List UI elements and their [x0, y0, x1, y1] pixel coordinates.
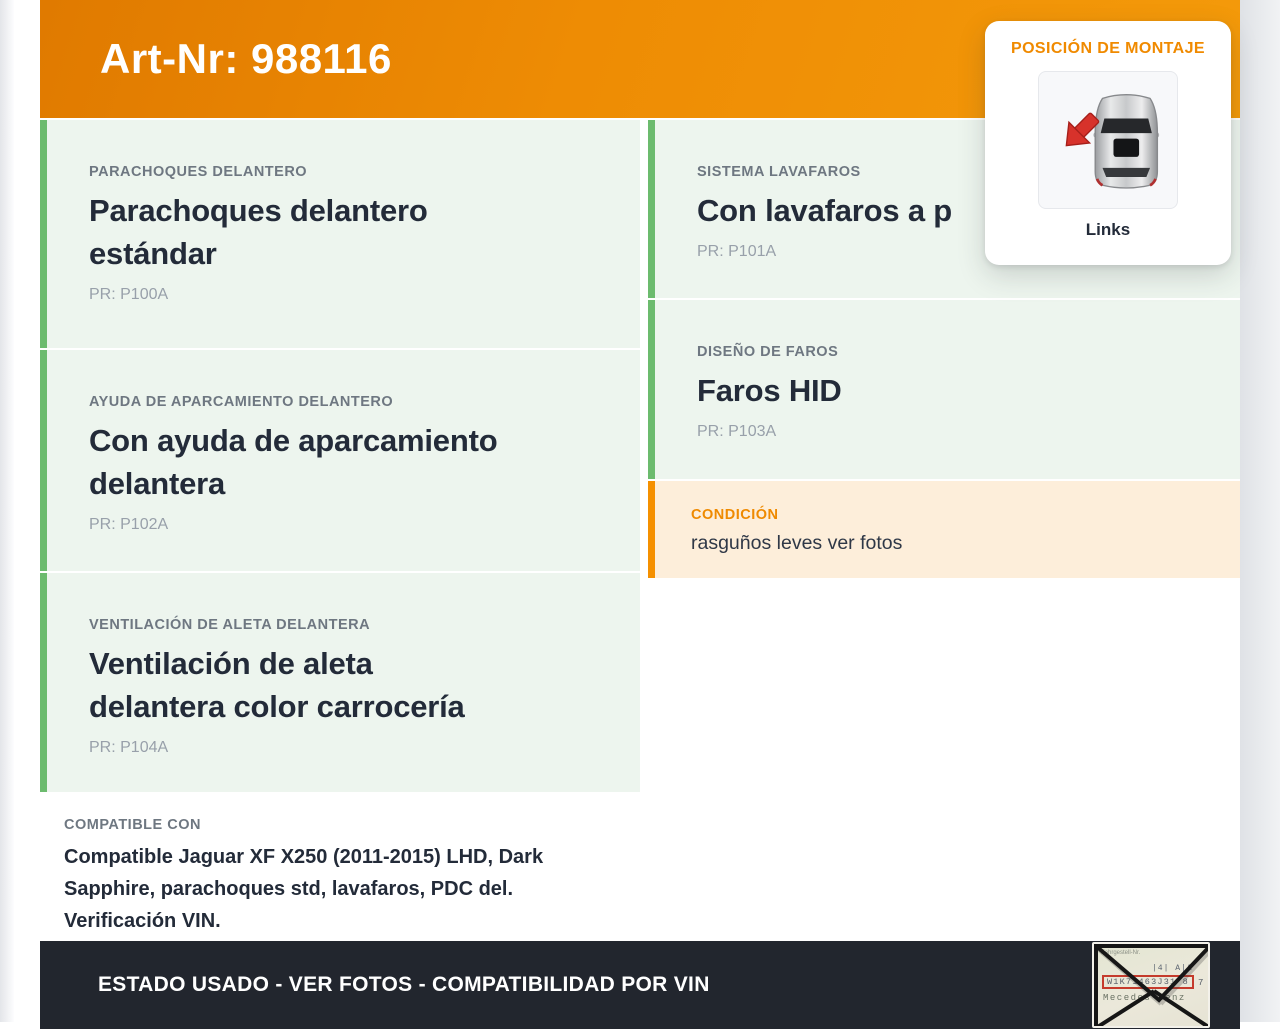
vin-document-photo: Fahrgestell-Nr. |4| A|A W1K71463J31 8 7 … [1092, 942, 1210, 1028]
footer-banner-text: ESTADO USADO - VER FOTOS - COMPATIBILIDA… [98, 973, 710, 996]
option-pr-code: PR: P104A [89, 739, 169, 756]
option-title: Ventilación de aleta delantera color car… [89, 646, 465, 724]
compatibility-label: COMPATIBLE CON [64, 817, 201, 833]
compatibility-card: COMPATIBLE CON Compatible Jaguar XF X250… [40, 794, 640, 937]
condition-card: CONDICIÓN rasguños leves ver fotos [648, 481, 1240, 578]
option-card-fender-vent: VENTILACIÓN DE ALETA DELANTERA Ventilaci… [40, 573, 640, 792]
footer-banner: ESTADO USADO - VER FOTOS - COMPATIBILIDA… [40, 941, 1240, 1029]
page-right-edge [1240, 0, 1280, 1022]
option-label: AYUDA DE APARCAMIENTO DELANTERO [89, 394, 394, 410]
car-top-view-icon [1065, 94, 1160, 189]
envelope-icon [1094, 944, 1208, 1026]
option-card-headlight-design: DISEÑO DE FAROS Faros HID PR: P103A [648, 300, 1240, 479]
mounting-position-card: POSICIÓN DE MONTAJE Links [985, 21, 1231, 265]
mounting-position-image [1038, 71, 1178, 209]
mounting-position-title: POSICIÓN DE MONTAJE [1011, 40, 1205, 57]
option-pr-code: PR: P103A [697, 423, 777, 440]
option-pr-code: PR: P102A [89, 516, 169, 533]
option-title: Con ayuda de aparcamiento delantera [89, 423, 498, 501]
compatibility-text: Compatible Jaguar XF X250 (2011-2015) LH… [64, 846, 544, 932]
condition-label: CONDICIÓN [691, 507, 779, 523]
option-card-front-bumper: PARACHOQUES DELANTERO Parachoques delant… [40, 120, 640, 348]
mounting-position-value: Links [1085, 220, 1131, 239]
left-column: PARACHOQUES DELANTERO Parachoques delant… [40, 120, 640, 937]
option-title: Parachoques delantero estándar [89, 193, 428, 271]
option-label: VENTILACIÓN DE ALETA DELANTERA [89, 617, 371, 633]
page-left-edge [0, 0, 14, 1022]
option-title: Faros HID [697, 373, 842, 408]
option-label: DISEÑO DE FAROS [697, 344, 839, 360]
option-card-parking-aid: AYUDA DE APARCAMIENTO DELANTERO Con ayud… [40, 350, 640, 571]
article-number-title: Art-Nr: 988116 [100, 35, 392, 82]
option-label: PARACHOQUES DELANTERO [89, 164, 308, 180]
condition-text: rasguños leves ver fotos [691, 532, 903, 554]
option-pr-code: PR: P100A [89, 286, 169, 303]
